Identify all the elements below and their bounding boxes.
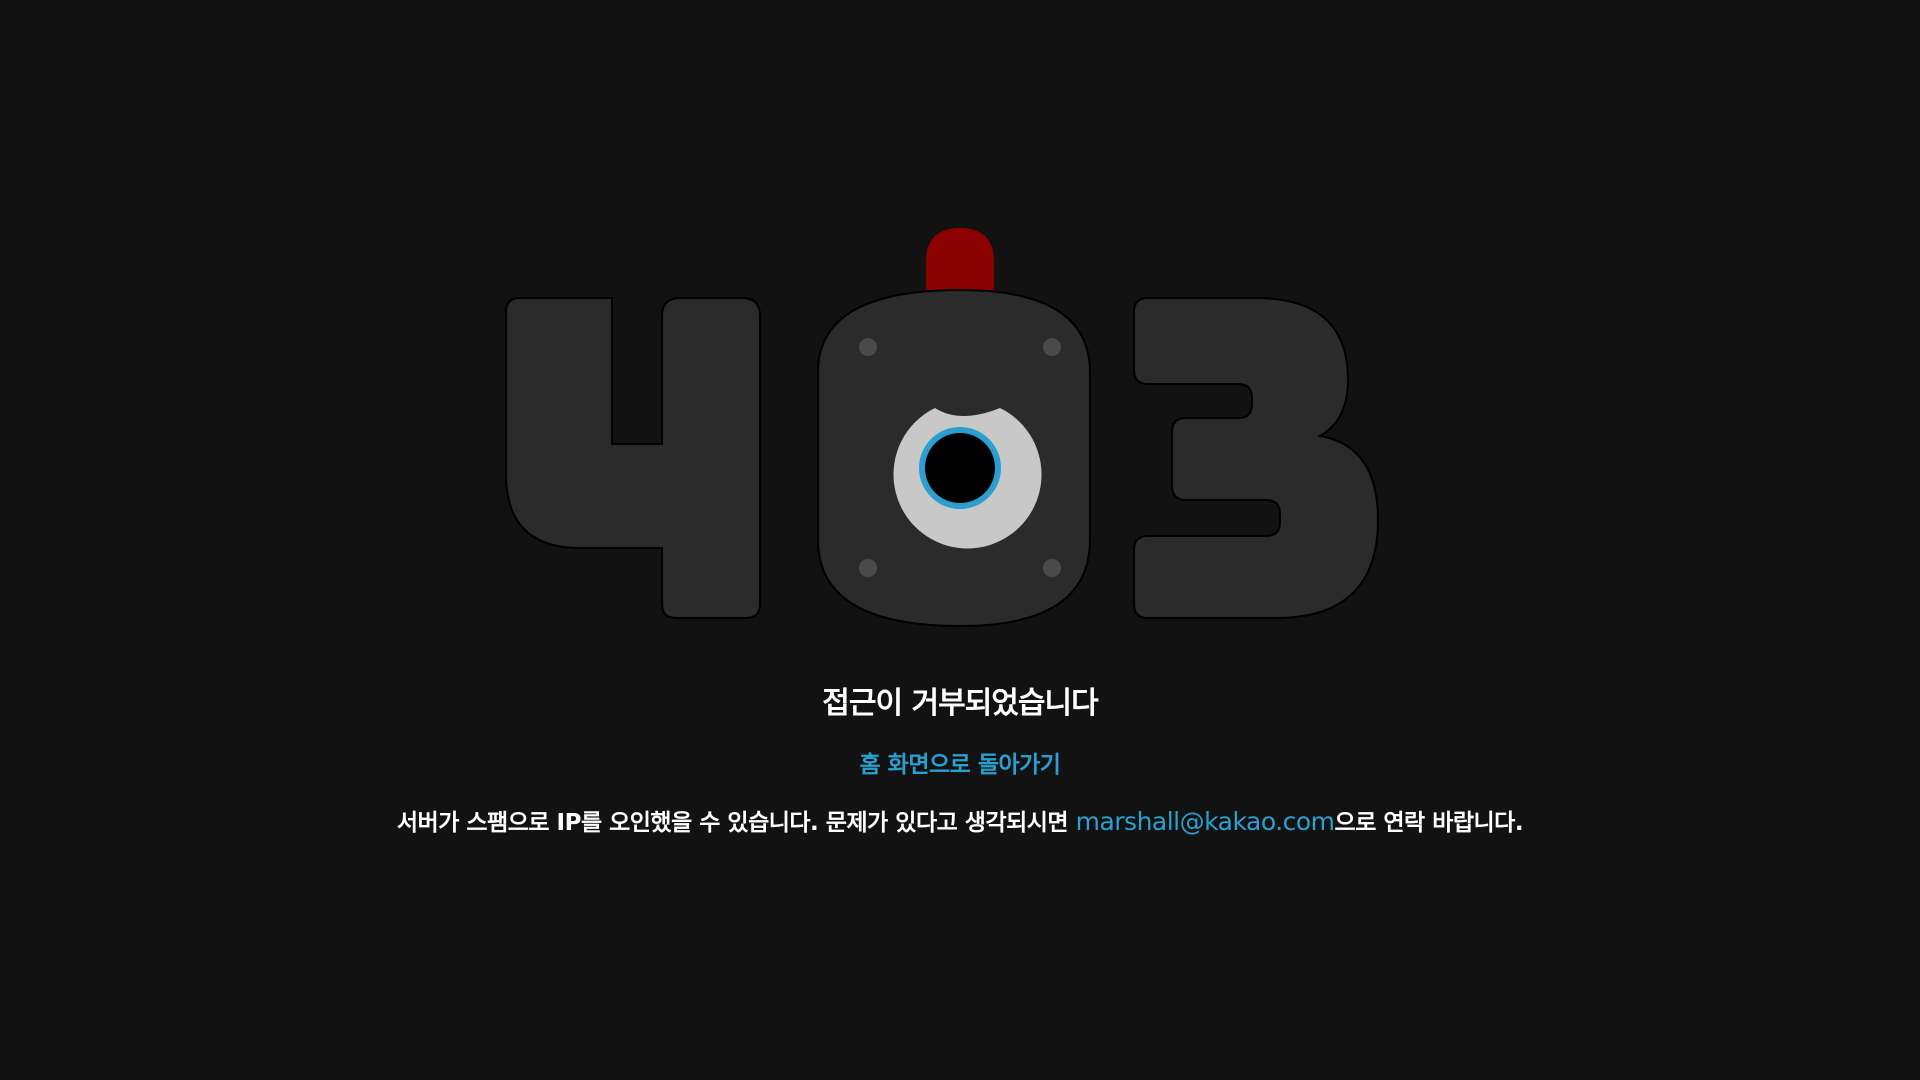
- error-page: 접근이 거부되었습니다 홈 화면으로 돌아가기 서버가 스팸으로 IP를 오인했…: [0, 0, 1920, 1080]
- notice-text-after: 으로 연락 바랍니다.: [1334, 810, 1524, 836]
- notice-text-before: 서버가 스팸으로 IP를 오인했을 수 있습니다. 문제가 있다고 생각되시면: [396, 810, 1076, 836]
- contact-email-link[interactable]: marshall@kakao.com: [1076, 807, 1335, 836]
- digit-3-graphic: [1133, 297, 1380, 619]
- digit-4-graphic: [505, 297, 761, 619]
- home-link-wrapper: 홈 화면으로 돌아가기: [0, 745, 1920, 779]
- home-link[interactable]: 홈 화면으로 돌아가기: [860, 752, 1061, 778]
- alarm-light-icon: [926, 228, 994, 290]
- page-title: 접근이 거부되었습니다: [822, 686, 1098, 721]
- error-403-illustration: [505, 228, 1380, 628]
- spam-notice: 서버가 스팸으로 IP를 오인했을 수 있습니다. 문제가 있다고 생각되시면 …: [0, 803, 1920, 837]
